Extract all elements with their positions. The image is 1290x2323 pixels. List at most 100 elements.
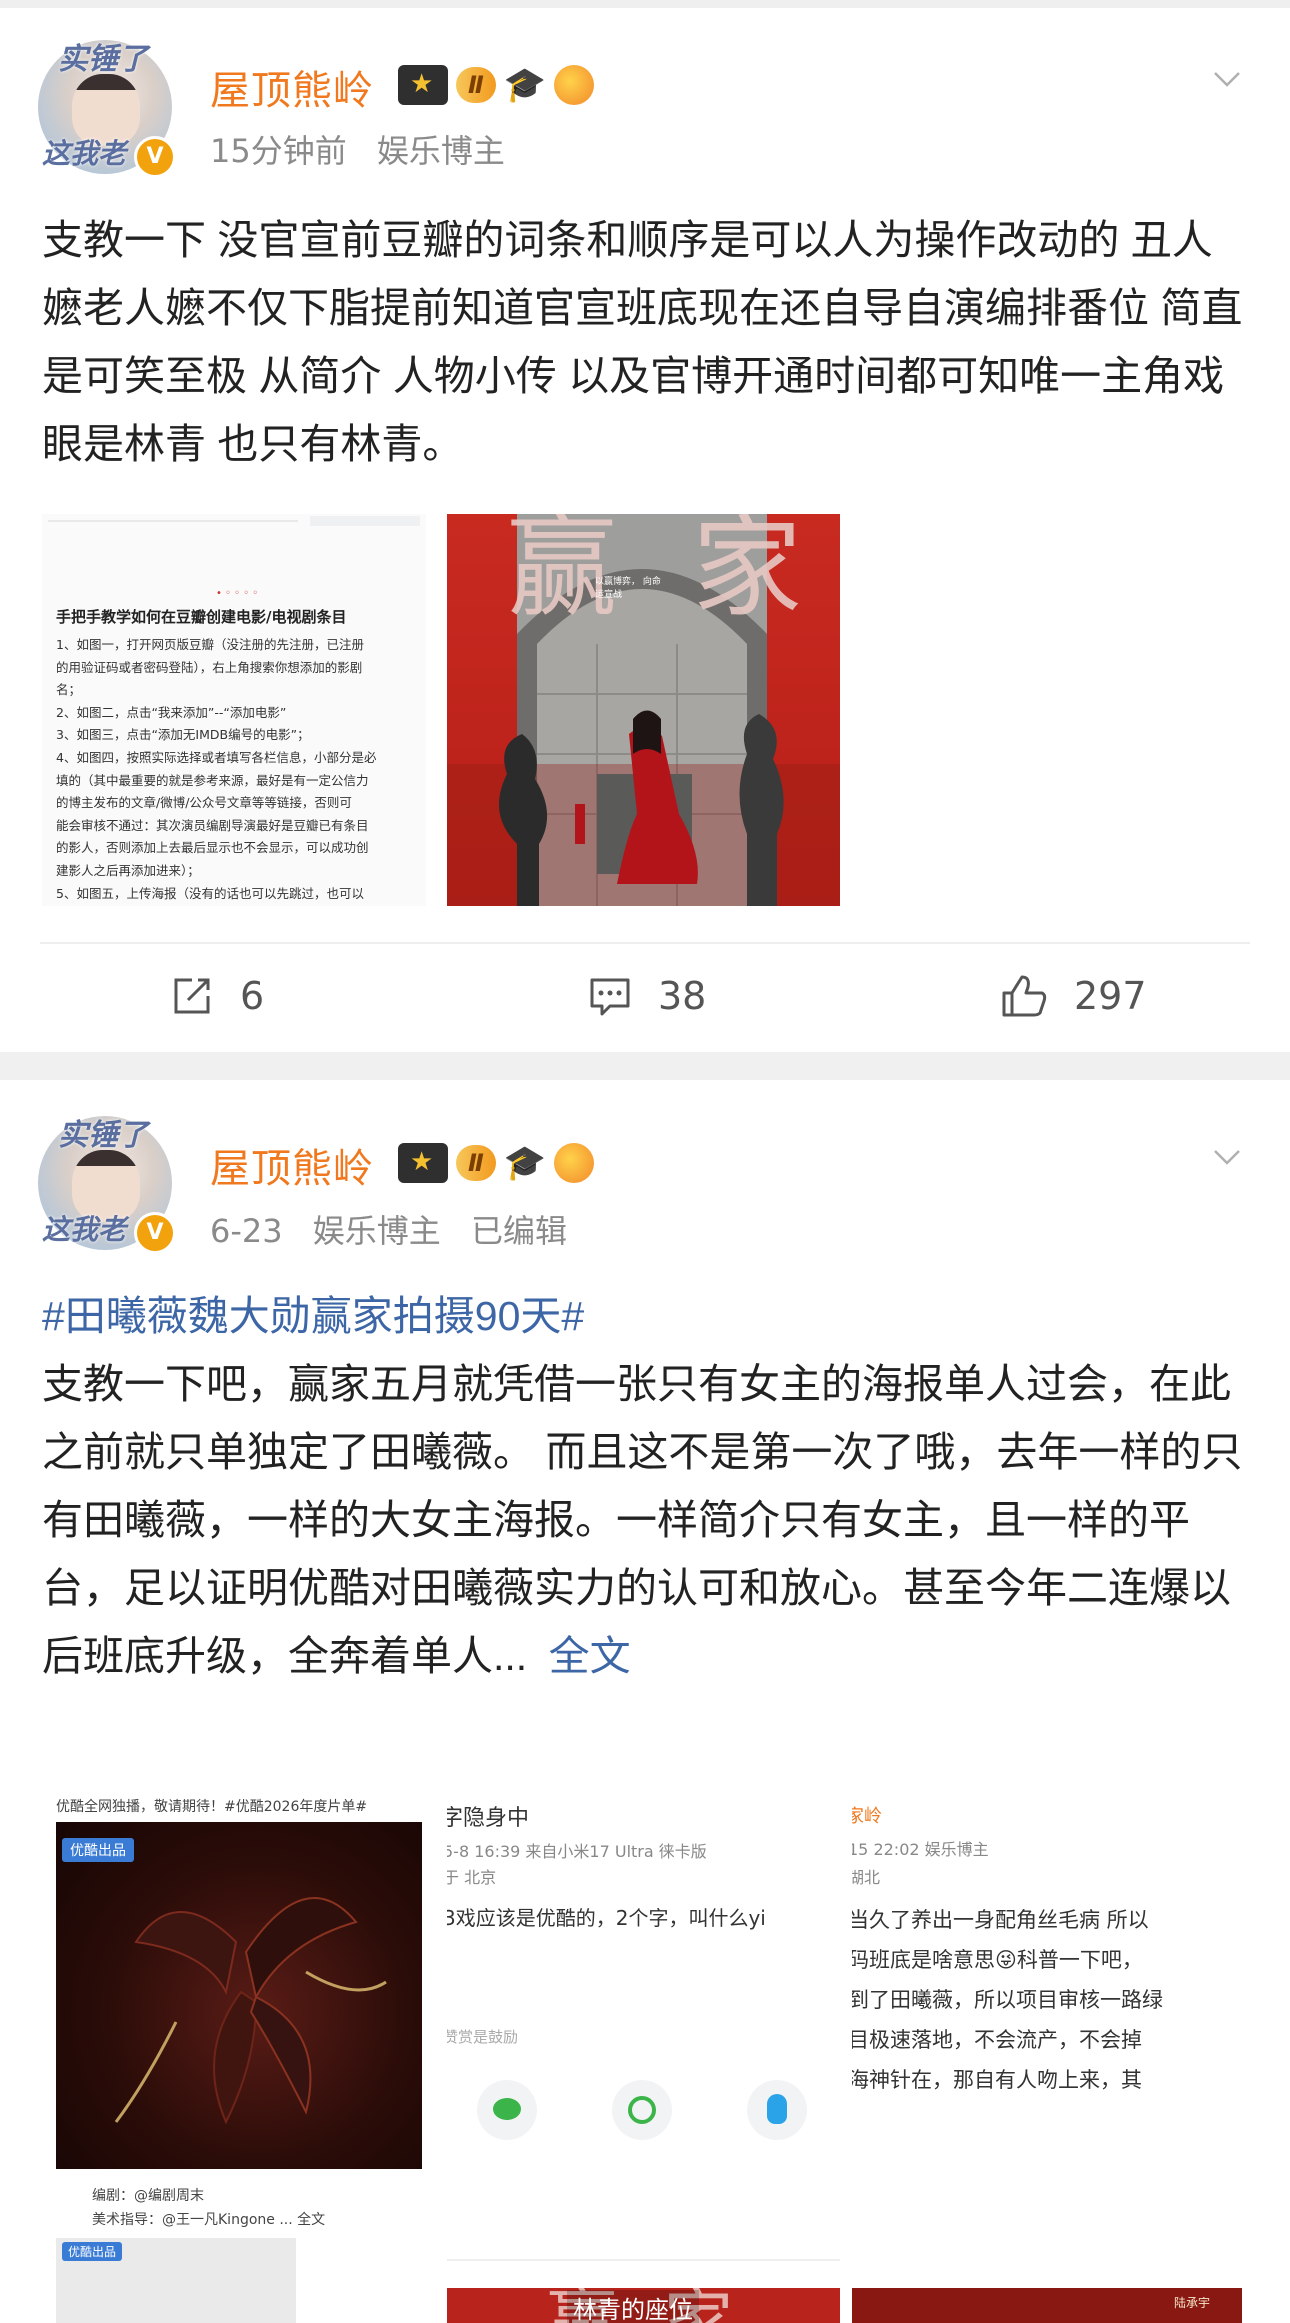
graduation-cap-icon: 🎓 xyxy=(503,65,547,105)
chevron-down-icon[interactable] xyxy=(1212,1142,1242,1172)
text-line: 5、如图五，上传海报（没有的话也可以先跳过，也可以 xyxy=(56,885,364,901)
avatar-top-text: 实锤了 xyxy=(58,42,148,77)
text-line: 编剧：@编剧周末 xyxy=(92,2188,204,2204)
post-meta: 6-23 娱乐博主 已编辑 xyxy=(210,1206,587,1252)
author-tag: 娱乐博主 xyxy=(312,1212,441,1250)
post-body-wrap: #田曦薇魏大勋赢家拍摄90天# 支教一下吧，赢家五月就凭借一张只有女主的海报单人… xyxy=(42,1282,1252,1690)
poster-thumbnail: 优酷出品 xyxy=(56,2238,296,2323)
carousel-dots: • ◦ ◦ ◦ ◦ xyxy=(216,588,259,599)
image-header-line xyxy=(48,520,298,522)
image-red-poster-2[interactable]: 陆承宇 xyxy=(852,2288,1242,2323)
avatar[interactable]: 实锤了 这我老 V xyxy=(38,40,176,178)
shot-divider xyxy=(447,2259,840,2261)
qq-share-icon xyxy=(747,2080,807,2140)
like-button[interactable]: 297 xyxy=(1000,956,1147,1036)
image-douban-tutorial[interactable]: • ◦ ◦ ◦ ◦ 手把手教学如何在豆瓣创建电影/电视剧条目 1、如图一，打开网… xyxy=(42,514,426,906)
author-name[interactable]: 屋顶熊岭 xyxy=(210,1136,374,1194)
text-line: 当久了养出一身配角丝毛病 所以 xyxy=(852,1908,1149,1932)
avatar-top-text: 实锤了 xyxy=(58,1118,148,1153)
text-line: 4、如图四，按照实际选择或者填写各栏信息，小部分是必 xyxy=(56,749,377,765)
text-line: 能会审核不通过：其次演员编剧导演最好是豆瓣已有条目 xyxy=(56,817,369,833)
text-line: 美术指导：@王一凡Kingone ... 全文 xyxy=(92,2212,326,2228)
post-meta: 15分钟前 娱乐博主 xyxy=(210,126,525,172)
image-red-poster[interactable]: 赢 家 林青的座位 xyxy=(447,2288,840,2323)
text-line: 目极速落地，不会流产，不会掉 xyxy=(852,2028,1142,2052)
wechat-share-icon xyxy=(477,2080,537,2140)
flower-graphic xyxy=(114,1897,387,2125)
user-badges: Ⅱ 🎓 xyxy=(398,62,595,108)
poster-credit-lines: 编剧：@编剧周末美术指导：@王一凡Kingone ... 全文 xyxy=(92,2184,325,2232)
like-count: 297 xyxy=(1074,974,1147,1018)
post-divider xyxy=(40,942,1250,944)
image-screenshot-2[interactable]: 家岭 15 22:02 娱乐博主 湖北 当久了养出一身配角丝毛病 所以 码班底是啥… xyxy=(852,1792,1250,2272)
post-body: 支教一下吧，赢家五月就凭借一张只有女主的海报单人过会，在此之前就只单独定了田曦薇… xyxy=(42,1361,1243,1679)
shot-body: 3戏应该是优酷的，2个字，叫什么yi xyxy=(447,1906,766,1930)
shot2-meta: 15 22:02 娱乐博主 xyxy=(852,1840,989,1859)
shot-footer: 赞赏是鼓励 xyxy=(447,2028,519,2046)
text-line: 海神针在，那自有人吻上来，其 xyxy=(852,2068,1142,2092)
text-line: 3、如图三，点击“添加无IMDB编号的电影”； xyxy=(56,727,310,743)
text-line: 建影人之后再添加进来）； xyxy=(56,862,200,878)
avatar-bottom-text: 这我老 xyxy=(42,137,127,170)
image-header-bar xyxy=(310,516,420,526)
chevron-down-icon[interactable] xyxy=(1212,64,1242,94)
post-body: 支教一下 没官宣前豆瓣的词条和顺序是可以人为操作改动的 丑人嬷老人嬷不仅下脂提前… xyxy=(42,217,1243,467)
graduation-cap-icon: 🎓 xyxy=(503,1143,547,1183)
text-line: 到了田曦薇，所以项目审核一路绿 xyxy=(852,1988,1163,2012)
image-screenshot-1[interactable]: 字隐身中 5-8 16:39 来自小米17 Ultra 徕卡版 于 北京 3戏应… xyxy=(447,1792,840,2272)
red-poster-2-text: 陆承宇 xyxy=(1174,2296,1211,2310)
text-line: 名； xyxy=(56,682,82,698)
comment-icon xyxy=(590,978,630,1016)
shot-title: 字隐身中 xyxy=(447,1806,530,1831)
image-poster-winner[interactable]: 赢 家 以赢博弈， 向命运宣战 xyxy=(447,514,840,906)
text-line: 的影人，否则添加上去最后显示也不会显示，可以成功创 xyxy=(56,840,369,856)
post-time: 6-23 xyxy=(210,1212,283,1250)
author-tag: 娱乐博主 xyxy=(376,132,505,170)
post-1[interactable]: 实锤了 这我老 V 屋顶熊岭 Ⅱ 🎓 15分钟前 娱乐博主 支教一下 没官宣前豆… xyxy=(0,0,1290,1050)
author-name[interactable]: 屋顶熊岭 xyxy=(210,58,374,116)
avatar-bottom-text: 这我老 xyxy=(42,1213,127,1246)
post-2[interactable]: 实锤了 这我老 V 屋顶熊岭 Ⅱ 🎓 6-23 娱乐博主 已编辑 #田曦薇魏大勋… xyxy=(0,1080,1290,2323)
grid-header-text: 优酷全网独播，敬请期待！#优酷2026年度片单# xyxy=(56,1799,368,1815)
verified-badge-icon: V xyxy=(134,136,176,178)
text-line: 2、如图二，点击“我来添加”--“添加电影” xyxy=(56,704,287,720)
edited-label: 已编辑 xyxy=(470,1212,567,1250)
comment-button[interactable]: 38 xyxy=(588,956,706,1036)
text-line: 的用验证码或者密码登陆），右上角搜索你想添加的影剧 xyxy=(56,659,363,675)
post-separator xyxy=(0,1052,1290,1080)
thumbs-up-icon xyxy=(1002,975,1047,1017)
youku-tag: 优酷出品 xyxy=(62,1838,134,1862)
shot2-lines: 当久了养出一身配角丝毛病 所以 码班底是啥意思😜科普一下吧， 到了田曦薇，所以项目审… xyxy=(852,1900,1248,2100)
doc-lines: 1、如图一，打开网页版豆瓣（没注册的先注册，已注册 的用验证码或者密码登陆），右上… xyxy=(56,634,426,905)
text-line: 填的（其中最重要的就是参考来源，最好是有一定公信力 xyxy=(56,772,369,788)
repost-button[interactable]: 6 xyxy=(170,956,264,1036)
shot-location: 于 北京 xyxy=(447,1868,497,1887)
text-line: 的博主发布的文章/微博/公众号文章等等链接，否则可 xyxy=(56,795,352,811)
repost-count: 6 xyxy=(240,974,265,1018)
verified-badge-icon: V xyxy=(134,1212,176,1254)
doc-title: 手把手教学如何在豆瓣创建电影/电视剧条目 xyxy=(56,608,347,626)
crown-icon xyxy=(398,1143,448,1183)
text-line: 码班底是啥意思😜科普一下吧， xyxy=(852,1948,1143,1972)
image-dark-poster[interactable]: 优酷全网独播，敬请期待！#优酷2026年度片单# 优酷出品 编剧：@编剧周末美术… xyxy=(42,1792,426,2323)
dark-poster-art: 优酷出品 xyxy=(56,1822,422,2169)
crown-icon xyxy=(398,65,448,105)
comment-count: 38 xyxy=(658,974,707,1018)
text-line: 1、如图一，打开网页版豆瓣（没注册的先注册，已注册 xyxy=(56,637,364,652)
repost-icon xyxy=(174,978,210,1014)
read-more-link[interactable]: 全文 xyxy=(549,1633,631,1679)
shot-meta: 5-8 16:39 来自小米17 Ultra 徕卡版 xyxy=(447,1842,707,1861)
moments-share-icon xyxy=(612,2080,672,2140)
poster-subtitle: 以赢博弈， 向命运宣战 xyxy=(595,577,661,600)
seat-caption: 林青的座位 xyxy=(567,2290,699,2323)
fish-icon xyxy=(554,1143,595,1183)
topic-hashtag[interactable]: #田曦薇魏大勋赢家拍摄90天# xyxy=(42,1282,1252,1350)
level-badge: Ⅱ xyxy=(456,67,496,103)
level-badge: Ⅱ xyxy=(456,1145,496,1181)
youku-tag-2: 优酷出品 xyxy=(62,2242,123,2261)
post-time: 15分钟前 xyxy=(210,132,347,170)
shot2-title: 家岭 xyxy=(852,1806,882,1827)
user-badges: Ⅱ 🎓 xyxy=(398,1140,595,1186)
avatar[interactable]: 实锤了 这我老 V xyxy=(38,1116,176,1254)
fish-icon xyxy=(554,65,595,105)
